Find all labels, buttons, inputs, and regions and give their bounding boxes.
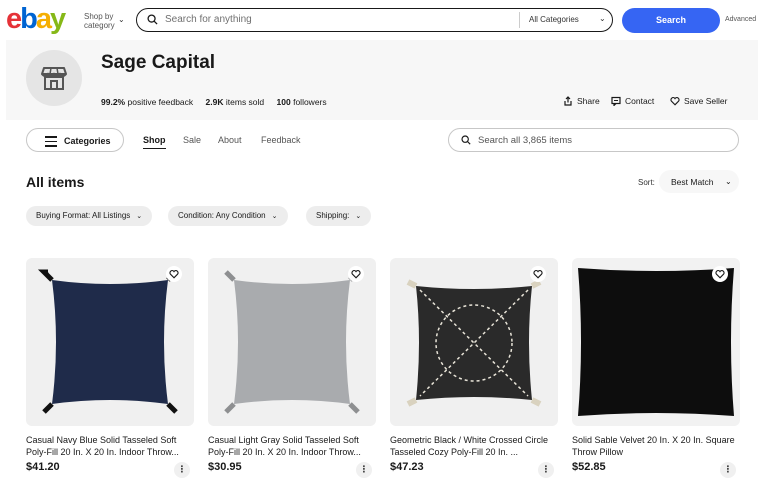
pillow-image: [578, 268, 734, 416]
tab-about[interactable]: About: [218, 135, 242, 145]
heart-icon: [670, 97, 680, 106]
feedback-stat[interactable]: 99.2% positive feedback: [101, 97, 193, 107]
categories-button[interactable]: Categories: [26, 128, 124, 152]
product-price: $47.23: [390, 461, 424, 473]
save-seller-button[interactable]: Save Seller: [670, 96, 727, 106]
followers-stat: 100 followers: [277, 97, 327, 107]
chevron-down-icon[interactable]: ⌄: [118, 15, 125, 24]
feedback-label: positive feedback: [127, 97, 194, 107]
followers-value: 100: [276, 97, 291, 107]
watch-heart-button[interactable]: [712, 266, 728, 282]
product-image[interactable]: [390, 258, 558, 426]
filter-label: Buying Format: All Listings: [36, 211, 131, 220]
product-card[interactable]: Solid Sable Velvet 20 In. X 20 In. Squar…: [572, 258, 740, 478]
chevron-down-icon[interactable]: ⌄: [599, 14, 606, 23]
store-avatar: [26, 50, 82, 106]
filter-label: Shipping:: [316, 211, 350, 220]
advanced-search-link[interactable]: Advanced: [725, 16, 756, 23]
filter-buying-format[interactable]: Buying Format: All Listings ⌄: [26, 206, 153, 226]
more-options-icon[interactable]: ⋮: [356, 462, 372, 478]
menu-icon: [45, 136, 57, 150]
shop-by-label: Shop by: [84, 12, 114, 21]
product-title[interactable]: Casual Navy Blue Solid Tasseled Soft Pol…: [26, 434, 194, 458]
storefront-icon: [41, 67, 67, 90]
tab-feedback[interactable]: Feedback: [261, 135, 301, 145]
share-button[interactable]: Share: [563, 96, 600, 106]
store-search-input[interactable]: Search all 3,865 items: [478, 135, 572, 146]
category-label: category: [84, 21, 115, 30]
more-options-icon[interactable]: ⋮: [174, 462, 190, 478]
product-title[interactable]: Geometric Black / White Crossed Circle T…: [390, 434, 558, 458]
watch-heart-button[interactable]: [530, 266, 546, 282]
pillow-image: [406, 279, 542, 407]
logo-letter: a: [35, 3, 52, 35]
contact-button[interactable]: Contact: [611, 96, 654, 106]
filter-shipping[interactable]: Shipping: ⌄: [306, 206, 372, 226]
contact-label: Contact: [625, 96, 655, 106]
feedback-value: 99.2%: [101, 97, 126, 107]
tab-shop[interactable]: Shop: [143, 135, 166, 149]
product-price: $41.20: [26, 461, 60, 473]
chevron-down-icon: ⌄: [136, 213, 143, 220]
store-name: Sage Capital: [101, 52, 216, 73]
search-icon: [147, 14, 158, 25]
chevron-down-icon: ⌄: [725, 177, 732, 186]
product-image[interactable]: [26, 258, 194, 426]
logo-letter: e: [6, 3, 22, 35]
chevron-down-icon: ⌄: [355, 213, 362, 220]
pillow-image: [224, 270, 360, 414]
ebay-logo[interactable]: ebay: [6, 3, 66, 35]
share-icon: [564, 96, 572, 106]
divider: [519, 12, 520, 28]
watch-heart-button[interactable]: [166, 266, 182, 282]
filter-label: Condition: Any Condition: [178, 211, 266, 220]
product-card[interactable]: Geometric Black / White Crossed Circle T…: [390, 258, 558, 478]
heart-icon: [715, 270, 725, 279]
page-title: All items: [26, 174, 85, 190]
filter-condition[interactable]: Condition: Any Condition ⌄: [168, 206, 288, 226]
sort-value: Best Match: [671, 177, 714, 187]
heart-icon: [351, 270, 361, 279]
product-card[interactable]: Casual Navy Blue Solid Tasseled Soft Pol…: [26, 258, 194, 478]
categories-label: Categories: [64, 136, 111, 146]
search-icon: [461, 135, 471, 145]
product-card[interactable]: Casual Light Gray Solid Tasseled Soft Po…: [208, 258, 376, 478]
sold-value: 2.9K: [205, 97, 224, 107]
product-image[interactable]: [572, 258, 740, 426]
sort-label: Sort:: [638, 178, 655, 187]
product-image[interactable]: [208, 258, 376, 426]
category-select[interactable]: All Categories: [529, 15, 579, 24]
heart-icon: [169, 270, 179, 279]
share-label: Share: [577, 96, 600, 106]
heart-icon: [533, 270, 543, 279]
sold-stat: 2.9K items sold: [206, 97, 265, 107]
store-search-bar[interactable]: Search all 3,865 items: [448, 128, 739, 152]
message-icon: [611, 96, 621, 106]
search-input[interactable]: Search for anything: [165, 14, 252, 25]
pillow-image: [37, 269, 178, 414]
sold-label: items sold: [225, 97, 265, 107]
search-bar[interactable]: Search for anything All Categories ⌄: [136, 8, 613, 32]
shop-by-category-button[interactable]: Shop by category: [84, 12, 115, 30]
sort-select[interactable]: Best Match ⌄: [659, 170, 739, 193]
save-seller-label: Save Seller: [684, 96, 728, 106]
product-title[interactable]: Casual Light Gray Solid Tasseled Soft Po…: [208, 434, 376, 458]
watch-heart-button[interactable]: [348, 266, 364, 282]
logo-letter: b: [20, 3, 38, 35]
logo-letter: y: [50, 3, 66, 35]
store-stats: 99.2% positive feedback 2.9K items sold …: [101, 97, 337, 107]
more-options-icon[interactable]: ⋮: [720, 462, 736, 478]
product-title[interactable]: Solid Sable Velvet 20 In. X 20 In. Squar…: [572, 434, 740, 458]
store-header: Sage Capital 99.2% positive feedback 2.9…: [6, 40, 758, 120]
product-price: $52.85: [572, 461, 606, 473]
more-options-icon[interactable]: ⋮: [538, 462, 554, 478]
chevron-down-icon: ⌄: [271, 213, 278, 220]
search-button[interactable]: Search: [622, 8, 720, 33]
product-price: $30.95: [208, 461, 242, 473]
tab-sale[interactable]: Sale: [183, 135, 201, 145]
followers-label: followers: [293, 97, 327, 107]
